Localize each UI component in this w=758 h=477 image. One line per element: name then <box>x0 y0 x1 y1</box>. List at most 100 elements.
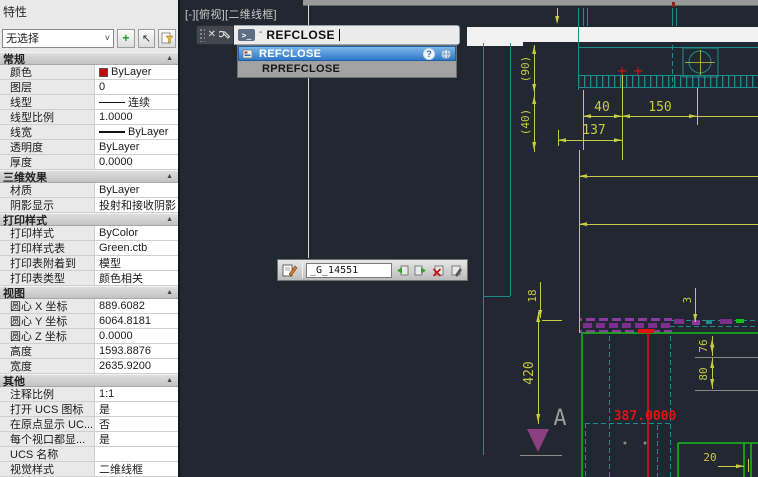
prop-value[interactable]: 1:1 <box>94 387 178 401</box>
remove-from-workset-button[interactable] <box>413 262 428 278</box>
edit-reference-glyph <box>282 264 298 277</box>
prop-value[interactable]: 0.0000 <box>94 329 178 343</box>
close-icon[interactable]: ✕ <box>208 30 216 40</box>
prop-value-text: 1:1 <box>99 388 115 400</box>
prop-value-text: ByLayer <box>128 126 169 138</box>
prop-value[interactable]: 889.6082 <box>94 299 178 313</box>
save-changes-button[interactable] <box>449 262 464 278</box>
section-header-misc[interactable]: 其他 ▲ <box>0 374 178 388</box>
prop-value-text: 0.0000 <box>99 330 133 342</box>
prop-value-text: ByColor <box>99 227 139 239</box>
dim-40-label: 40 <box>594 100 610 115</box>
section-header-view[interactable]: 视图 ▲ <box>0 286 178 300</box>
suggestion-label: REFCLOSE <box>259 47 322 60</box>
prop-label: 线型比例 <box>0 110 94 124</box>
discard-changes-button[interactable] <box>431 262 446 278</box>
select-objects-button[interactable]: ↖ <box>137 28 156 48</box>
prop-row-layer: 图层 0 <box>0 80 178 95</box>
prop-label: 线型 <box>0 95 94 109</box>
edit-reference-icon[interactable] <box>281 262 299 278</box>
reference-name-field[interactable]: _G_14551 <box>306 262 392 278</box>
prop-label: 打开 UCS 图标 <box>0 402 94 416</box>
prop-label: 阴影显示 <box>0 198 94 212</box>
prop-row-ucs-at-origin: 在原点显示 UC... 否 <box>0 417 178 432</box>
prop-value[interactable]: ByColor <box>94 226 178 240</box>
prop-value[interactable]: 是 <box>94 432 178 446</box>
prop-row-lineweight: 线宽 ByLayer <box>0 125 178 140</box>
prop-value[interactable]: ByLayer <box>94 65 178 79</box>
quick-select-button[interactable] <box>158 28 177 48</box>
lineweight-glyph <box>99 131 125 133</box>
search-web-icon[interactable] <box>440 48 452 60</box>
viewport-controls[interactable]: [-][俯视][二维线框] <box>185 6 277 22</box>
type-command-icon: >_ <box>238 29 255 41</box>
prop-value[interactable]: 否 <box>94 417 178 431</box>
prop-row-ucs-icon-on: 打开 UCS 图标 是 <box>0 402 178 417</box>
prop-value[interactable]: 模型 <box>94 256 178 270</box>
prop-value[interactable]: 0.0000 <box>94 155 178 169</box>
prop-value-text: 0 <box>99 81 106 93</box>
prop-value[interactable]: 1.0000 <box>94 110 178 124</box>
prop-value[interactable]: 投射和接收阴影 <box>94 198 178 212</box>
prop-label: 视觉样式 <box>0 462 94 476</box>
drawing-canvas[interactable]: 40 150 137 (90) (40) 18 3 420 76 80 20 3… <box>180 0 758 477</box>
prop-value-text: 0.0000 <box>99 156 133 168</box>
prop-value[interactable]: Green.ctb <box>94 241 178 255</box>
help-icon[interactable]: ? <box>423 47 435 60</box>
drag-handle[interactable] <box>199 28 205 42</box>
suggestion-refclose[interactable]: REFCLOSE ? <box>238 46 456 61</box>
linetype-glyph <box>99 101 125 103</box>
dim-20-label: 20 <box>703 451 716 464</box>
prop-value[interactable]: 颜色相关 <box>94 271 178 285</box>
separator <box>302 262 303 278</box>
prop-label: 厚度 <box>0 155 94 169</box>
prop-value-text: 否 <box>99 419 110 431</box>
add-to-workset-button[interactable] <box>395 262 410 278</box>
prop-row-plot-attach: 打印表附着到 模型 <box>0 256 178 271</box>
dim-150-label: 150 <box>648 100 671 115</box>
suggestion-label: RPREFCLOSE <box>262 63 341 75</box>
pickadd-toggle-button[interactable]: + <box>117 28 135 48</box>
prop-row-center-x: 圆心 X 坐标 889.6082 <box>0 299 178 314</box>
autocomplete-list: REFCLOSE ? RPREFCLOSE <box>237 45 457 78</box>
prop-value-text: ByLayer <box>111 66 152 78</box>
prop-value[interactable]: 2635.9200 <box>94 359 178 373</box>
section-header-plotstyle[interactable]: 打印样式 ▲ <box>0 213 178 227</box>
prop-value[interactable] <box>94 447 178 461</box>
section-header-general[interactable]: 常规 ▲ <box>0 52 178 66</box>
prop-value[interactable]: 二维线框 <box>94 462 178 476</box>
prop-label: 打印样式表 <box>0 241 94 255</box>
prop-value[interactable]: ByLayer <box>94 140 178 154</box>
prop-value[interactable]: 6064.8181 <box>94 314 178 328</box>
prop-row-transparency: 透明度 ByLayer <box>0 140 178 155</box>
prop-value[interactable]: 0 <box>94 80 178 94</box>
prop-label: 打印样式 <box>0 226 94 240</box>
text-caret <box>338 29 340 41</box>
datum-triangle <box>527 429 549 452</box>
command-input[interactable]: >_ - REFCLOSE <box>234 25 460 45</box>
prop-value[interactable]: ByLayer <box>94 125 178 139</box>
prop-row-color: 颜色 ByLayer <box>0 65 178 80</box>
section-header-3d[interactable]: 三维效果 ▲ <box>0 170 178 184</box>
command-line: ✕ >_ - REFCLOSE <box>196 25 460 45</box>
red-dimension-value: 387.0000 <box>614 409 677 424</box>
prop-label: 透明度 <box>0 140 94 154</box>
prop-label: 图层 <box>0 80 94 94</box>
collapse-icon: ▲ <box>166 289 173 296</box>
prop-value[interactable]: ByLayer <box>94 183 178 197</box>
prop-label: 圆心 Z 坐标 <box>0 329 94 343</box>
recent-commands-mark[interactable]: - <box>259 27 262 38</box>
dim-40p-label: (40) <box>519 109 532 136</box>
selection-dropdown[interactable]: 无选择 ˅ <box>2 28 114 48</box>
prop-value-text: 投射和接收阴影 <box>99 200 176 212</box>
wrench-icon[interactable] <box>219 29 231 41</box>
save-changes-icon <box>451 265 462 277</box>
prop-value[interactable]: 是 <box>94 402 178 416</box>
prop-value[interactable]: 1593.8876 <box>94 344 178 358</box>
prop-row-plot-type: 打印表类型 颜色相关 <box>0 271 178 286</box>
prop-label: 打印表类型 <box>0 271 94 285</box>
suggestion-rprefclose[interactable]: RPREFCLOSE <box>238 61 456 77</box>
prop-value[interactable]: 连续 <box>94 95 178 109</box>
prop-label: 高度 <box>0 344 94 358</box>
collapse-icon: ▲ <box>166 377 173 384</box>
